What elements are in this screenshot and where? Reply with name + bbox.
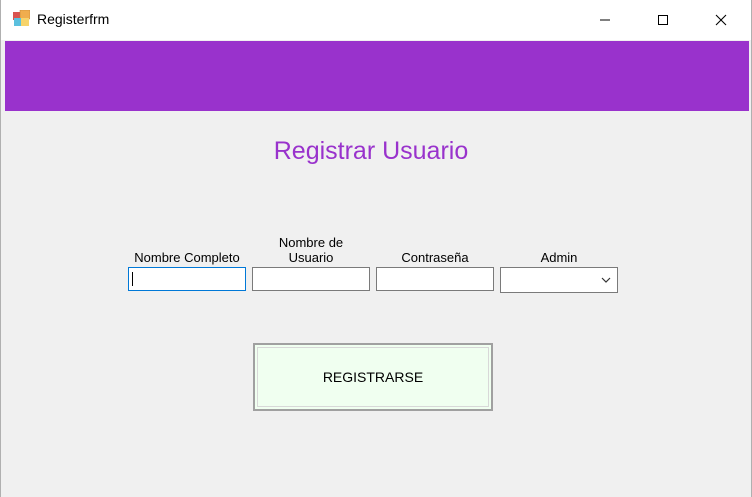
minimize-icon — [600, 19, 610, 21]
form-icon — [13, 10, 30, 26]
maximize-button[interactable] — [634, 0, 692, 40]
contrasena-label: Contraseña — [401, 250, 469, 265]
admin-label: Admin — [540, 250, 578, 265]
nombre-usuario-input[interactable] — [252, 267, 370, 291]
chevron-down-icon — [601, 277, 611, 283]
nombre-completo-label: Nombre Completo — [134, 250, 240, 265]
close-icon — [715, 14, 727, 26]
window-title: Registerfrm — [37, 11, 110, 27]
register-window: Registerfrm Registrar Usuario Nombre Com… — [0, 0, 752, 497]
registrarse-button[interactable]: REGISTRARSE — [253, 343, 493, 411]
nombre-usuario-label-line1: Nombre de — [278, 235, 344, 250]
title-bar[interactable]: Registerfrm — [1, 0, 751, 40]
nombre-usuario-label: Nombre de Usuario — [253, 235, 369, 265]
nombre-completo-input[interactable] — [128, 267, 246, 291]
button-focus-border — [257, 347, 489, 407]
admin-dropdown[interactable] — [500, 267, 618, 293]
nombre-usuario-label-line2: Usuario — [288, 250, 334, 265]
text-caret — [132, 272, 133, 286]
contrasena-input[interactable] — [376, 267, 494, 291]
header-banner — [5, 41, 749, 111]
maximize-icon — [658, 15, 668, 25]
page-title: Registrar Usuario — [273, 137, 469, 165]
close-button[interactable] — [692, 0, 750, 40]
minimize-button[interactable] — [576, 0, 634, 40]
